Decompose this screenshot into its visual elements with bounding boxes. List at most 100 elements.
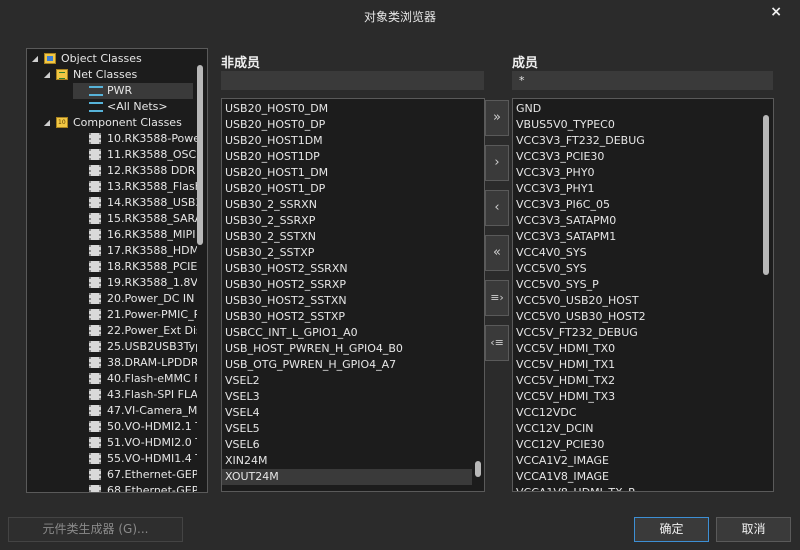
members-scrollbar-thumb[interactable] [763, 115, 769, 275]
tree-item[interactable]: 14.RK3588_USB3.0 U [27, 195, 197, 211]
list-item[interactable]: VCC3V3_PCIE30 [513, 149, 758, 165]
list-item[interactable]: USB30_2_SSTXN [222, 229, 472, 245]
tree-item[interactable]: PWR [73, 83, 193, 99]
add-button[interactable]: › [485, 145, 509, 181]
list-item[interactable]: USB30_2_SSRXN [222, 197, 472, 213]
non-members-list[interactable]: USB20_HOST0_DM USB20_HOST0_DP USB20_HOST1D… [221, 98, 485, 492]
component-class-generator-button[interactable]: 元件类生成器 (G)... [8, 517, 183, 542]
add-selected-nets-button[interactable]: ≡› [485, 280, 509, 316]
non-members-filter-input[interactable] [221, 71, 484, 90]
tree-item[interactable]: 10.RK3588-Power G [27, 131, 197, 147]
list-item[interactable]: VCC5V_HDMI_TX1 [513, 357, 758, 373]
list-item[interactable]: VCC4V0_SYS [513, 245, 758, 261]
list-item[interactable]: VSEL6 [222, 437, 472, 453]
list-item[interactable]: USB30_HOST2_SSTXP [222, 309, 472, 325]
members-filter-input[interactable] [512, 71, 773, 90]
ok-button[interactable]: 确定 [634, 517, 709, 542]
list-item[interactable]: USBCC_INT_L_GPIO1_A0 [222, 325, 472, 341]
list-item[interactable]: USB_OTG_PWREN_H_GPIO4_A7 [222, 357, 472, 373]
remove-all-button[interactable]: « [485, 235, 509, 271]
list-item[interactable]: USB30_HOST2_SSTXN [222, 293, 472, 309]
list-item[interactable]: USB30_2_SSTXP [222, 245, 472, 261]
list-item[interactable]: XIN24M [222, 453, 472, 469]
list-item[interactable]: VCC5V_HDMI_TX3 [513, 389, 758, 405]
tree-scrollbar-thumb[interactable] [197, 65, 203, 245]
tree-item[interactable]: 21.Power-PMIC_RK8 [27, 307, 197, 323]
list-item[interactable]: USB20_HOST1DP [222, 149, 472, 165]
tree-item[interactable]: 25.USB2USB3TypeC [27, 339, 197, 355]
tree-item[interactable]: 16.RK3588_MIPI Int [27, 227, 197, 243]
tree-item[interactable]: 55.VO-HDMI1.4 TX(I [27, 451, 197, 467]
expand-arrow-icon[interactable]: ◢ [31, 51, 39, 67]
tree-item[interactable]: 19.RK3588_1.8V 3.3V [27, 275, 197, 291]
tree-item[interactable]: 47.VI-Camera_MIPI- [27, 403, 197, 419]
remove-button[interactable]: ‹ [485, 190, 509, 226]
list-item[interactable]: VSEL2 [222, 373, 472, 389]
tree-scrollbar[interactable] [197, 51, 203, 489]
close-icon[interactable]: × [770, 4, 782, 20]
list-item[interactable]: GND [513, 101, 758, 117]
list-item[interactable]: USB20_HOST0_DM [222, 101, 472, 117]
tree-item[interactable]: 43.Flash-SPI FLASH( [27, 387, 197, 403]
list-item[interactable]: VCC12V_DCIN [513, 421, 758, 437]
tree-item[interactable]: 17.RK3588_HDMI eD [27, 243, 197, 259]
list-item[interactable]: VCC3V3_SATAPM1 [513, 229, 758, 245]
tree-item[interactable]: 68.Ethernet-GEPHY [27, 483, 197, 492]
list-item[interactable]: USB_HOST_PWREN_H_GPIO4_B0 [222, 341, 472, 357]
tree-item[interactable]: 11.RK3588_OSC PLL [27, 147, 197, 163]
list-item[interactable]: VCC3V3_PI6C_05 [513, 197, 758, 213]
list-item[interactable]: VCCA1V8_IMAGE [513, 469, 758, 485]
list-item[interactable]: VSEL4 [222, 405, 472, 421]
tree-item[interactable]: 51.VO-HDMI2.0 TX(I [27, 435, 197, 451]
members-list[interactable]: GND VBUS5V0_TYPEC0 VCC3V3_FT232_DEBUG VCC3V… [512, 98, 774, 492]
members-scrollbar[interactable] [763, 101, 769, 487]
tree-item[interactable]: 13.RK3588_FlashSD [27, 179, 197, 195]
list-item[interactable]: VCC3V3_PHY0 [513, 165, 758, 181]
tree-item[interactable]: ◢ Net Classes [27, 67, 197, 83]
list-item[interactable]: USB30_HOST2_SSRXN [222, 261, 472, 277]
tree-item[interactable]: 22.Power_Ext Discre [27, 323, 197, 339]
add-all-button[interactable]: » [485, 100, 509, 136]
list-item[interactable]: USB30_2_SSRXP [222, 213, 472, 229]
list-item[interactable]: VBUS5V0_TYPEC0 [513, 117, 758, 133]
list-item[interactable]: USB20_HOST1_DM [222, 165, 472, 181]
expand-arrow-icon[interactable]: ◢ [43, 115, 51, 131]
expand-arrow-icon[interactable]: ◢ [43, 67, 51, 83]
object-class-tree[interactable]: ◢ Object Classes ◢ Net Classes PWR <All Nets>… [26, 48, 208, 493]
non-members-scrollbar[interactable] [475, 101, 481, 487]
tree-item[interactable]: 40.Flash-eMMC Flas [27, 371, 197, 387]
list-item[interactable]: VSEL5 [222, 421, 472, 437]
list-item[interactable]: VCC12VDC [513, 405, 758, 421]
list-item[interactable]: VCC5V0_USB20_HOST [513, 293, 758, 309]
list-item[interactable]: USB30_HOST2_SSRXP [222, 277, 472, 293]
list-item[interactable]: XOUT24M [222, 469, 472, 485]
tree-item[interactable]: ◢ Component Classes [27, 115, 197, 131]
list-item[interactable]: VCC12V_PCIE30 [513, 437, 758, 453]
list-item[interactable]: VCC5V0_SYS_P [513, 277, 758, 293]
list-item[interactable]: USB20_HOST1_DP [222, 181, 472, 197]
list-item[interactable]: VCC3V3_PHY1 [513, 181, 758, 197]
cancel-button[interactable]: 取消 [716, 517, 791, 542]
tree-item[interactable]: ◢ Object Classes [27, 51, 197, 67]
list-item[interactable]: VCCA1V8_HDMI_TX_P [513, 485, 758, 491]
tree-item[interactable]: 12.RK3588 DDR Cor [27, 163, 197, 179]
tree-item[interactable]: 20.Power_DC IN [27, 291, 197, 307]
tree-item[interactable]: 50.VO-HDMI2.1 TX [27, 419, 197, 435]
non-members-scrollbar-thumb[interactable] [475, 461, 481, 477]
list-item[interactable]: VCC5V_HDMI_TX0 [513, 341, 758, 357]
list-item[interactable]: VCC3V3_SATAPM0 [513, 213, 758, 229]
list-item[interactable]: USB20_HOST1DM [222, 133, 472, 149]
tree-item[interactable]: 38.DRAM-LPDDR4X_ [27, 355, 197, 371]
list-item[interactable]: USB20_HOST0_DP [222, 117, 472, 133]
tree-item[interactable]: 18.RK3588_PCIE30 P [27, 259, 197, 275]
list-item[interactable]: VCC5V0_USB30_HOST2 [513, 309, 758, 325]
list-item[interactable]: VCC5V0_SYS [513, 261, 758, 277]
list-item[interactable]: VSEL3 [222, 389, 472, 405]
list-item[interactable]: VCC5V_FT232_DEBUG [513, 325, 758, 341]
tree-item[interactable]: <All Nets> [27, 99, 197, 115]
tree-item[interactable]: 67.Ethernet-GEPHY_ [27, 467, 197, 483]
list-item[interactable]: VCC3V3_FT232_DEBUG [513, 133, 758, 149]
list-item[interactable]: VCC5V_HDMI_TX2 [513, 373, 758, 389]
remove-selected-nets-button[interactable]: ‹≡ [485, 325, 509, 361]
tree-item[interactable]: 15.RK3588_SARADC [27, 211, 197, 227]
